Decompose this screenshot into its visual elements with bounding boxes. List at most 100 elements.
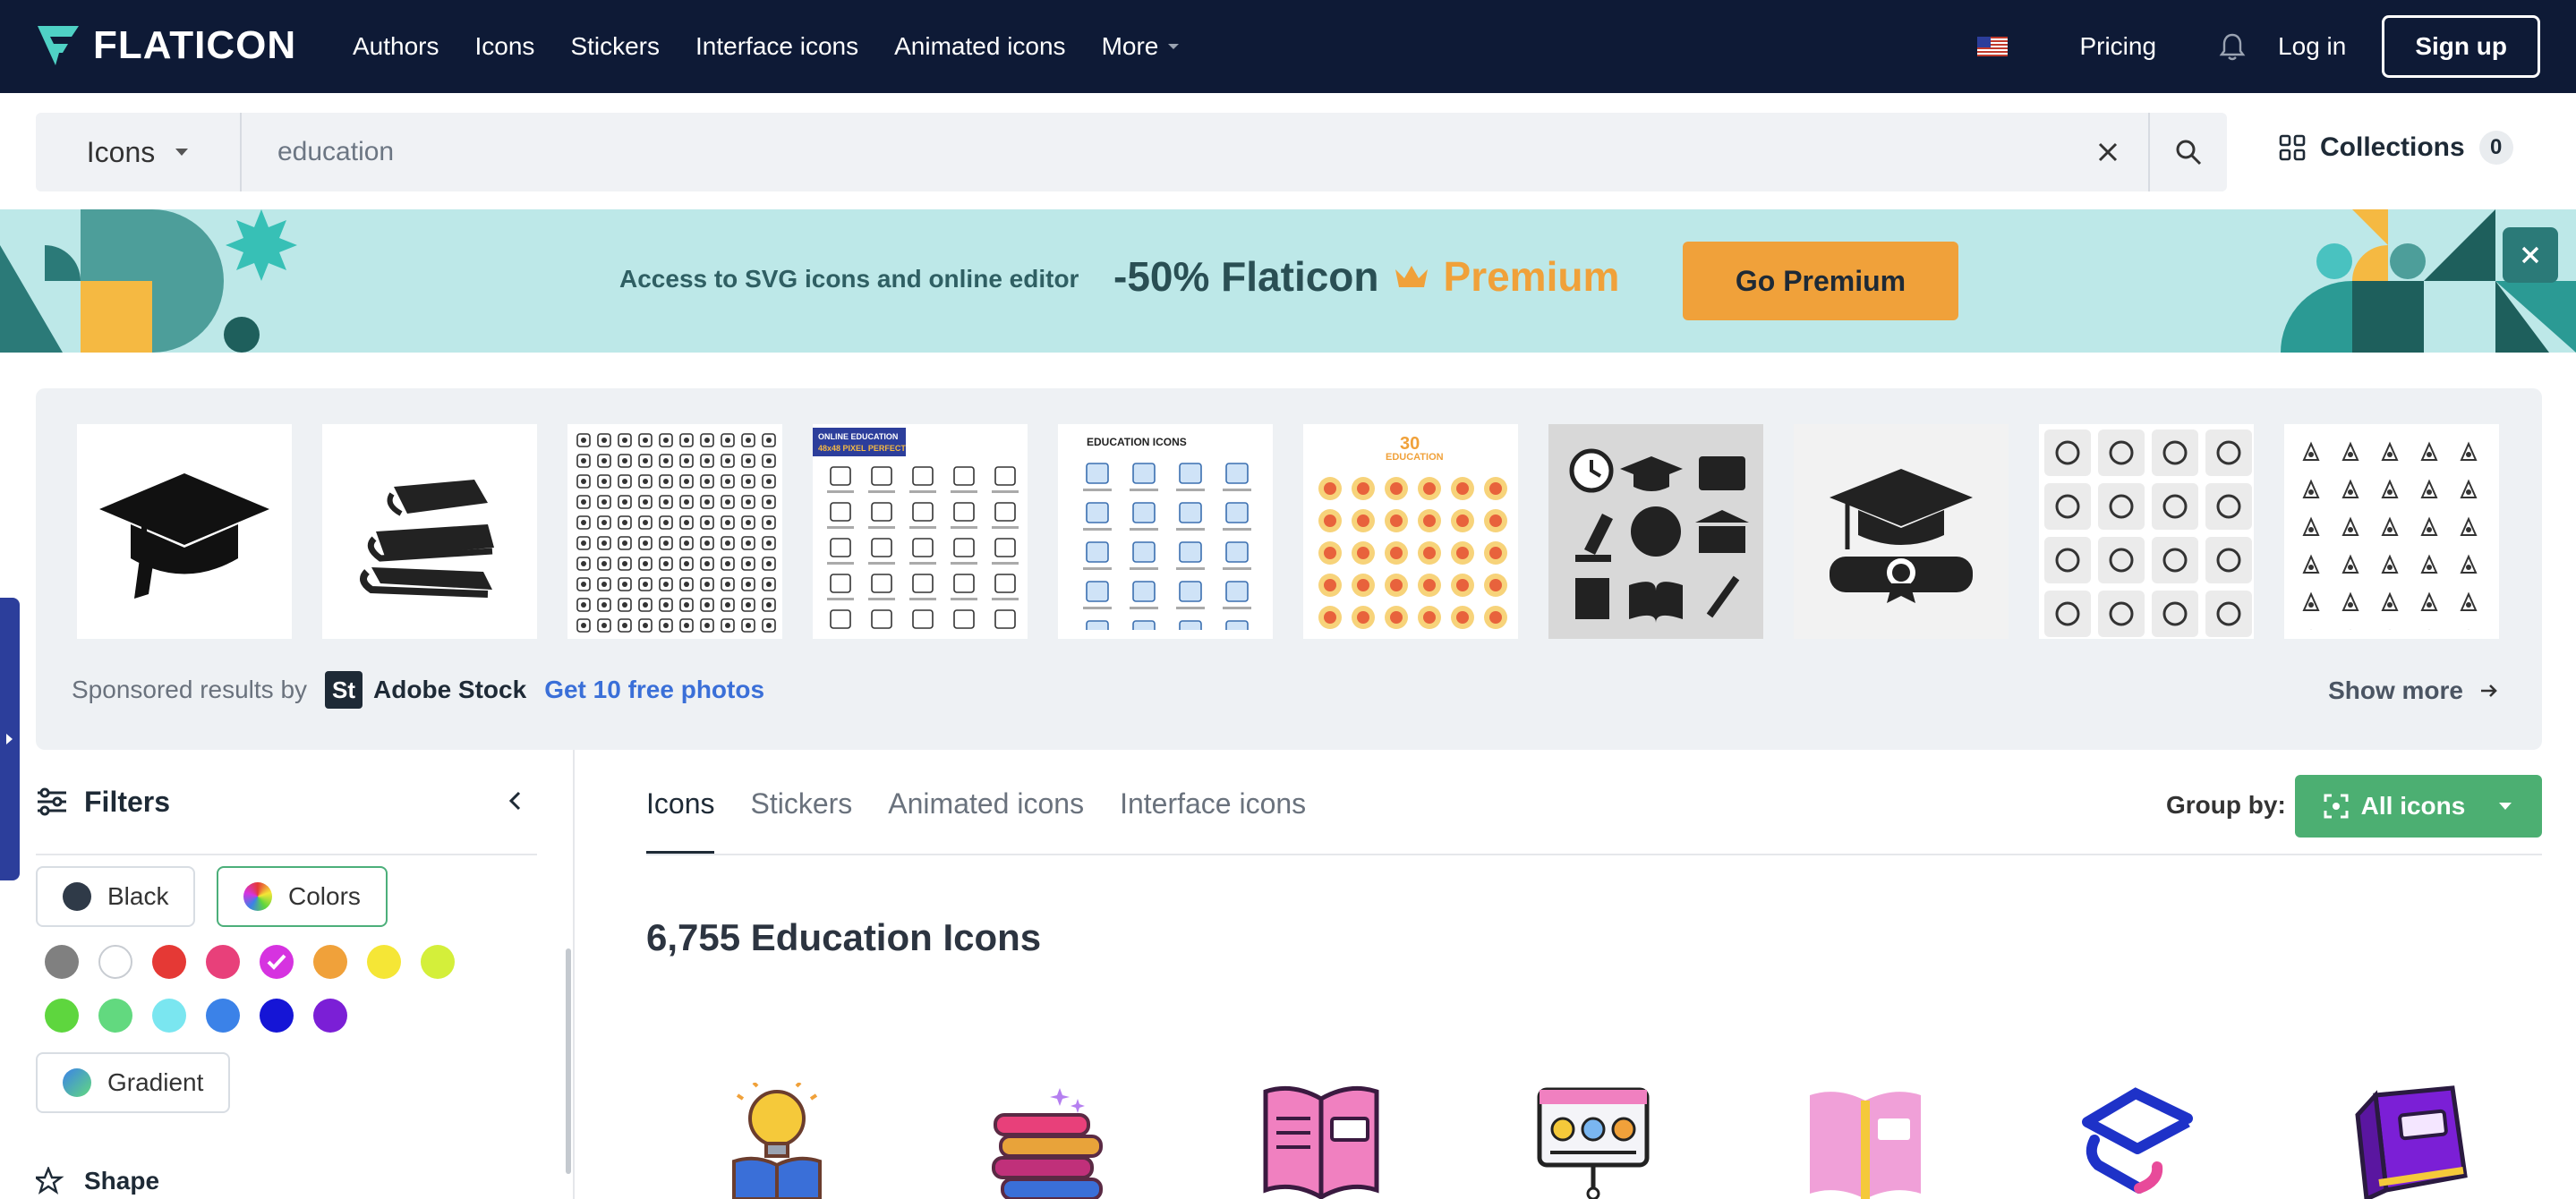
swatch-orange[interactable] <box>313 945 347 979</box>
swatch-purple[interactable] <box>313 999 347 1033</box>
result-icon-open-book[interactable] <box>1260 1083 1382 1199</box>
tab-interface-icons[interactable]: Interface icons <box>1120 787 1306 855</box>
swatch-blue[interactable] <box>206 999 240 1033</box>
grid-icon <box>2279 134 2306 161</box>
sponsored-thumb-books[interactable] <box>322 424 537 639</box>
swatch-lime[interactable] <box>421 945 455 979</box>
show-more-button[interactable]: Show more <box>2328 676 2499 705</box>
group-by-select[interactable]: All icons <box>2295 775 2542 838</box>
nav-links: Authors Icons Stickers Interface icons A… <box>353 0 1215 93</box>
nav-authors[interactable]: Authors <box>353 32 439 61</box>
sidebar-divider <box>573 750 575 1199</box>
sponsored-thumb-small-line-icons[interactable] <box>2284 424 2499 639</box>
sponsored-results: ONLINE EDUCATION 48x48 PIXEL PERFECT EDU… <box>36 388 2542 750</box>
colors-filter-label: Colors <box>288 882 361 910</box>
result-icon-presentation-board[interactable] <box>1532 1083 1654 1199</box>
sponsored-thumb-online-education[interactable]: ONLINE EDUCATION 48x48 PIXEL PERFECT <box>813 424 1028 639</box>
sponsored-thumb-boxed-icons[interactable] <box>2039 424 2254 639</box>
small-line-icons-set-icon <box>2297 437 2490 630</box>
sponsored-thumb-diploma[interactable] <box>1794 424 2009 639</box>
result-icon-pink-book[interactable] <box>1804 1083 1926 1199</box>
gradient-filter-label: Gradient <box>107 1068 204 1096</box>
result-icon-layers-cap[interactable] <box>2077 1083 2198 1199</box>
flaticon-logo[interactable]: FLATICON <box>36 23 296 68</box>
swatch-cyan[interactable] <box>152 999 186 1033</box>
sponsored-thumb-line-icons-grid[interactable] <box>567 424 782 639</box>
tab-stickers[interactable]: Stickers <box>750 787 852 855</box>
filters-title: Filters <box>84 785 171 818</box>
shape-filter-section[interactable]: Shape <box>36 1167 159 1195</box>
login-link[interactable]: Log in <box>2278 32 2346 61</box>
caret-down-icon <box>2499 803 2512 810</box>
swatch-green[interactable] <box>45 999 79 1033</box>
premium-banner: Access to SVG icons and online editor -5… <box>0 209 2576 353</box>
adobe-stock-name: Adobe Stock <box>373 676 527 703</box>
search-input[interactable]: education <box>242 137 2068 167</box>
icon-grid-pattern-icon <box>573 429 777 634</box>
collections-button[interactable]: Collections 0 <box>2279 131 2513 165</box>
result-icon-lightbulb-book[interactable] <box>716 1083 838 1199</box>
nav-icons[interactable]: Icons <box>475 32 535 61</box>
thumb-pixel-perfect-text: 48x48 PIXEL PERFECT <box>818 444 906 453</box>
shape-label: Shape <box>84 1167 160 1195</box>
nav-stickers[interactable]: Stickers <box>570 32 660 61</box>
search-button[interactable] <box>2148 113 2227 191</box>
close-banner-button[interactable] <box>2503 227 2558 283</box>
sponsored-thumb-school-set[interactable] <box>1548 424 1763 639</box>
swatch-gray[interactable] <box>45 945 79 979</box>
tab-animated-icons[interactable]: Animated icons <box>888 787 1084 855</box>
banner-discount: -50% Flaticon <box>1113 253 1379 300</box>
black-filter-button[interactable]: Black <box>36 866 196 927</box>
swatch-red[interactable] <box>152 945 186 979</box>
collections-label: Collections <box>2320 132 2465 162</box>
caret-right-icon <box>6 734 13 744</box>
result-icon-book-stack[interactable] <box>988 1083 1110 1199</box>
swatch-white[interactable] <box>98 945 132 979</box>
swatch-mint[interactable] <box>98 999 132 1033</box>
sponsored-footer: Sponsored results by St Adobe Stock Get … <box>72 671 764 709</box>
sponsored-thumb-graduation-cap[interactable] <box>77 424 292 639</box>
swatch-pink[interactable] <box>206 945 240 979</box>
search-type-select[interactable]: Icons <box>36 113 242 191</box>
gradient-filter-button[interactable]: Gradient <box>36 1052 231 1113</box>
tab-icons[interactable]: Icons <box>646 787 715 855</box>
close-icon <box>2521 246 2539 264</box>
result-icon-purple-book[interactable] <box>2349 1083 2470 1199</box>
nav-animated-icons[interactable]: Animated icons <box>894 32 1065 61</box>
free-photos-link[interactable]: Get 10 free photos <box>544 676 764 704</box>
thumb-education-icons-text: EDUCATION ICONS <box>1087 436 1187 448</box>
adobe-stock-link[interactable]: St Adobe Stock <box>325 671 526 709</box>
pricing-link[interactable]: Pricing <box>2079 32 2156 61</box>
banner-offer: -50% Flaticon Premium <box>1113 252 1619 301</box>
filters-header: Filters <box>36 775 537 829</box>
collapse-filters-icon[interactable] <box>507 789 523 812</box>
search-bar: Icons education <box>36 113 2227 191</box>
sidebar-scrollbar[interactable] <box>566 948 571 1174</box>
bell-icon[interactable] <box>2219 32 2246 61</box>
purple-book-icon <box>2355 1085 2468 1199</box>
nav-interface-icons[interactable]: Interface icons <box>695 32 858 61</box>
thumb-30-text: 30 <box>1400 434 1420 454</box>
sponsored-thumb-education-icons[interactable]: EDUCATION ICONS <box>1058 424 1273 639</box>
nav-more[interactable]: More <box>1102 32 1181 61</box>
shapes-icon <box>36 1167 64 1195</box>
adobe-stock-logo: St <box>325 671 363 709</box>
check-icon <box>267 954 286 970</box>
swatch-magenta-selected[interactable] <box>260 945 294 979</box>
clear-search-button[interactable] <box>2068 141 2148 163</box>
lightbulb-book-icon <box>732 1083 822 1199</box>
thumb-education-text: EDUCATION <box>1386 452 1444 463</box>
sliders-icon <box>38 787 66 816</box>
colors-filter-button[interactable]: Colors <box>217 866 388 927</box>
side-drawer-tab[interactable] <box>0 598 20 880</box>
result-type-tabs: Icons Stickers Animated icons Interface … <box>646 787 1306 855</box>
banner-premium: Premium <box>1443 253 1620 300</box>
swatch-navy[interactable] <box>260 999 294 1033</box>
brand-name: FLATICON <box>93 23 297 67</box>
sponsored-thumb-30-education[interactable]: 30 EDUCATION <box>1303 424 1518 639</box>
signup-button[interactable]: Sign up <box>2382 15 2540 78</box>
go-premium-button[interactable]: Go Premium <box>1683 242 1958 320</box>
show-more-label: Show more <box>2328 676 2463 704</box>
us-flag-icon[interactable] <box>1977 37 2009 56</box>
swatch-yellow[interactable] <box>367 945 401 979</box>
